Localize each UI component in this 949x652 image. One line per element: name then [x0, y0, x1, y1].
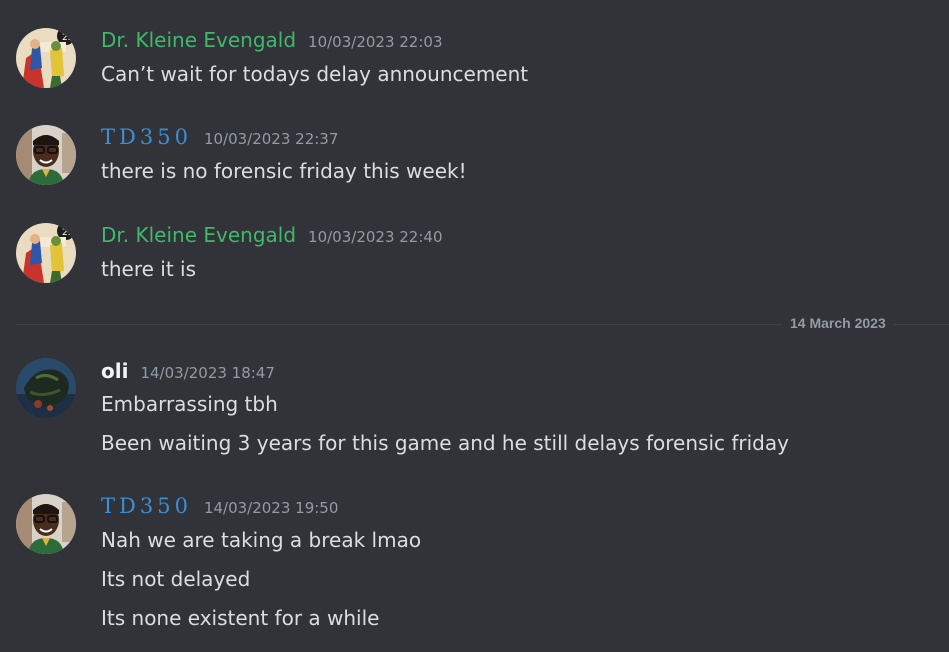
svg-text:23: 23 [62, 33, 73, 43]
svg-text:23: 23 [62, 228, 73, 238]
message-header: oli 14/03/2023 18:47 [101, 359, 275, 385]
username[interactable]: oli [101, 359, 128, 383]
message-text: Been waiting 3 years for this game and h… [101, 431, 789, 455]
chat-messages: 23 Dr. Kleine Evengald 10/03/2023 22:03 … [0, 0, 949, 652]
avatar[interactable]: 23 [16, 28, 76, 88]
message-header: Dr. Kleine Evengald 10/03/2023 22:03 [101, 28, 442, 54]
timestamp[interactable]: 10/03/2023 22:40 [308, 228, 442, 246]
message-text: Nah we are taking a break lmao [101, 528, 422, 552]
date-divider-label: 14 March 2023 [782, 315, 894, 331]
avatar[interactable]: 23 [16, 223, 76, 283]
message-text: Its none existent for a while [101, 606, 380, 630]
timestamp[interactable]: 10/03/2023 22:37 [204, 130, 338, 148]
username[interactable]: TD350 [101, 125, 192, 149]
person-glasses-avatar-icon [16, 125, 76, 185]
comic-cover-avatar-icon: 23 [16, 28, 76, 88]
avatar[interactable] [16, 358, 76, 418]
message-text: there it is [101, 257, 196, 281]
timestamp[interactable]: 14/03/2023 18:47 [140, 364, 274, 382]
message-header: Dr. Kleine Evengald 10/03/2023 22:40 [101, 223, 442, 249]
username[interactable]: TD350 [101, 494, 192, 518]
avatar[interactable] [16, 494, 76, 554]
message-text: there is no forensic friday this week! [101, 159, 467, 183]
avatar[interactable] [16, 125, 76, 185]
message-header: TD350 14/03/2023 19:50 [101, 494, 338, 520]
message-text: Its not delayed [101, 567, 251, 591]
comic-cover-avatar-icon: 23 [16, 223, 76, 283]
dark-creature-avatar-icon [16, 358, 76, 418]
timestamp[interactable]: 10/03/2023 22:03 [308, 33, 442, 51]
person-glasses-avatar-icon [16, 494, 76, 554]
timestamp[interactable]: 14/03/2023 19:50 [204, 499, 338, 517]
username[interactable]: Dr. Kleine Evengald [101, 223, 296, 247]
message-text: Embarrassing tbh [101, 392, 278, 416]
username[interactable]: Dr. Kleine Evengald [101, 28, 296, 52]
message-text: Can’t wait for todays delay announcement [101, 62, 529, 86]
message-header: TD350 10/03/2023 22:37 [101, 125, 338, 151]
